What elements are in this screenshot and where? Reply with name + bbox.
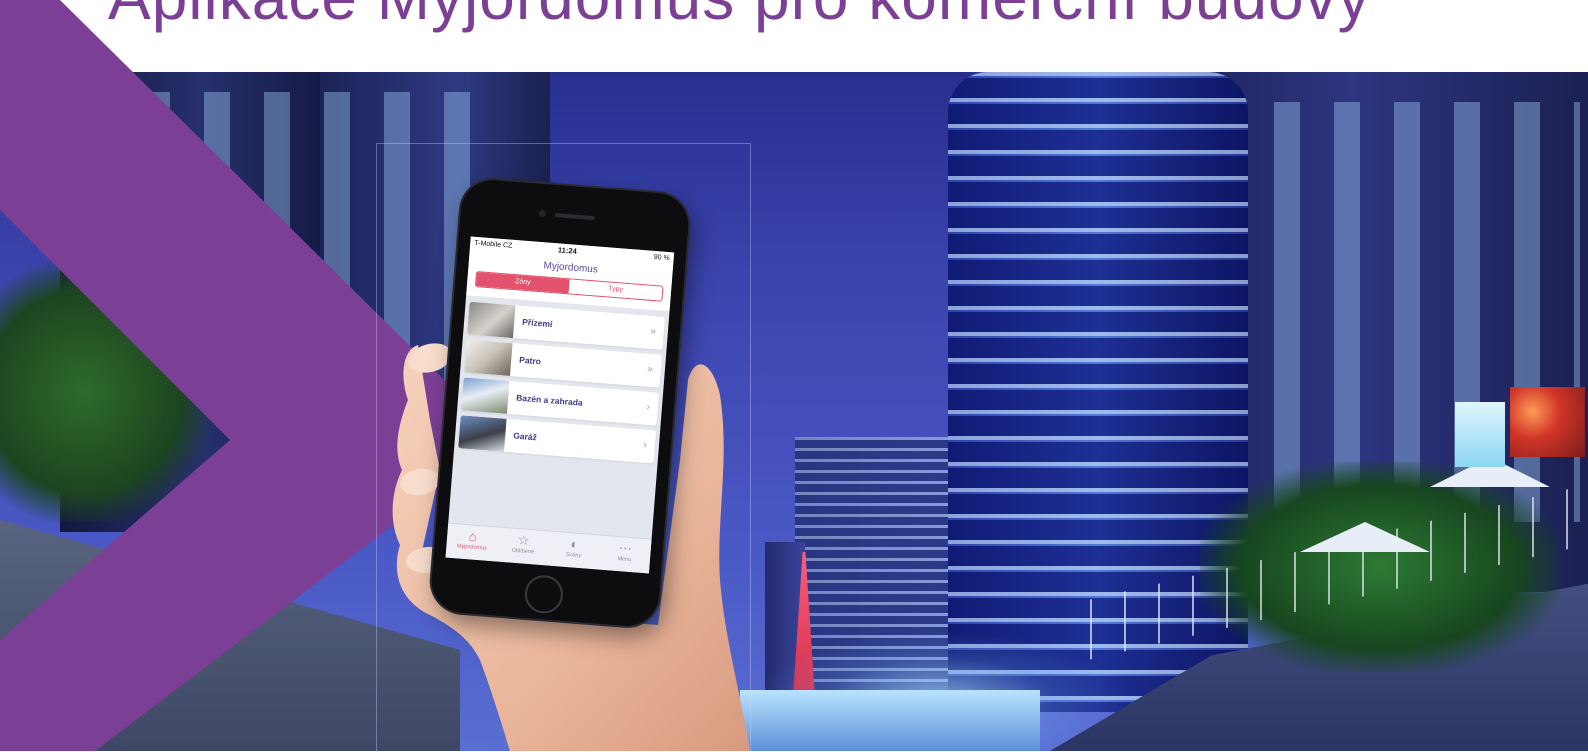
page-headline: Aplikace Myjordomus pro komerční budovy bbox=[108, 0, 1371, 34]
zone-thumbnail bbox=[467, 301, 516, 339]
chevron-right-icon: » bbox=[649, 325, 657, 338]
segment-types[interactable]: Typy bbox=[568, 279, 663, 301]
trees-left bbox=[0, 262, 210, 522]
lit-windows-right bbox=[1260, 102, 1580, 522]
zone-list: Přízemí » Patro » Bazén a zahrada › Gará… bbox=[458, 301, 666, 469]
chevron-right-icon: › bbox=[646, 401, 651, 414]
segment-zones[interactable]: Zóny bbox=[475, 272, 570, 294]
earpiece bbox=[554, 213, 595, 221]
smartphone: T-Mobile CZ 11:24 90 % Myjordomus Zóny T… bbox=[429, 177, 691, 629]
carrier-label: T-Mobile CZ bbox=[473, 239, 513, 250]
tab-bar: ⌂ Myjordomus ☆ Oblíbené ◐ Scény ⋯ Menu bbox=[445, 522, 652, 574]
zone-label: Patro bbox=[518, 354, 542, 367]
headline-band: Aplikace Myjordomus pro komerční budovy bbox=[0, 0, 1588, 72]
zone-label: Přízemí bbox=[521, 316, 553, 330]
waterfall bbox=[740, 690, 1040, 751]
tab-menu[interactable]: ⋯ Menu bbox=[598, 536, 652, 574]
clock: 11:24 bbox=[557, 245, 578, 256]
city-night-photo bbox=[0, 72, 1588, 751]
zone-thumbnail bbox=[458, 415, 507, 452]
zone-thumbnail bbox=[461, 377, 510, 414]
zone-label: Garáž bbox=[512, 430, 538, 443]
chevron-right-icon: › bbox=[643, 439, 648, 451]
chevron-right-icon: » bbox=[646, 363, 654, 376]
lamp-red bbox=[1510, 387, 1585, 457]
home-button[interactable] bbox=[523, 573, 565, 615]
front-camera bbox=[538, 209, 547, 218]
tab-scenes[interactable]: ◐ Scény bbox=[547, 532, 601, 570]
lamp-blue bbox=[1455, 402, 1505, 467]
zone-thumbnail bbox=[464, 339, 513, 376]
tab-favorites[interactable]: ☆ Oblíbené bbox=[496, 528, 550, 566]
phone-screen: T-Mobile CZ 11:24 90 % Myjordomus Zóny T… bbox=[445, 236, 675, 574]
battery-label: 90 % bbox=[653, 253, 670, 263]
tab-myjordomus[interactable]: ⌂ Myjordomus bbox=[446, 524, 500, 562]
zone-label: Bazén a zahrada bbox=[515, 392, 584, 408]
